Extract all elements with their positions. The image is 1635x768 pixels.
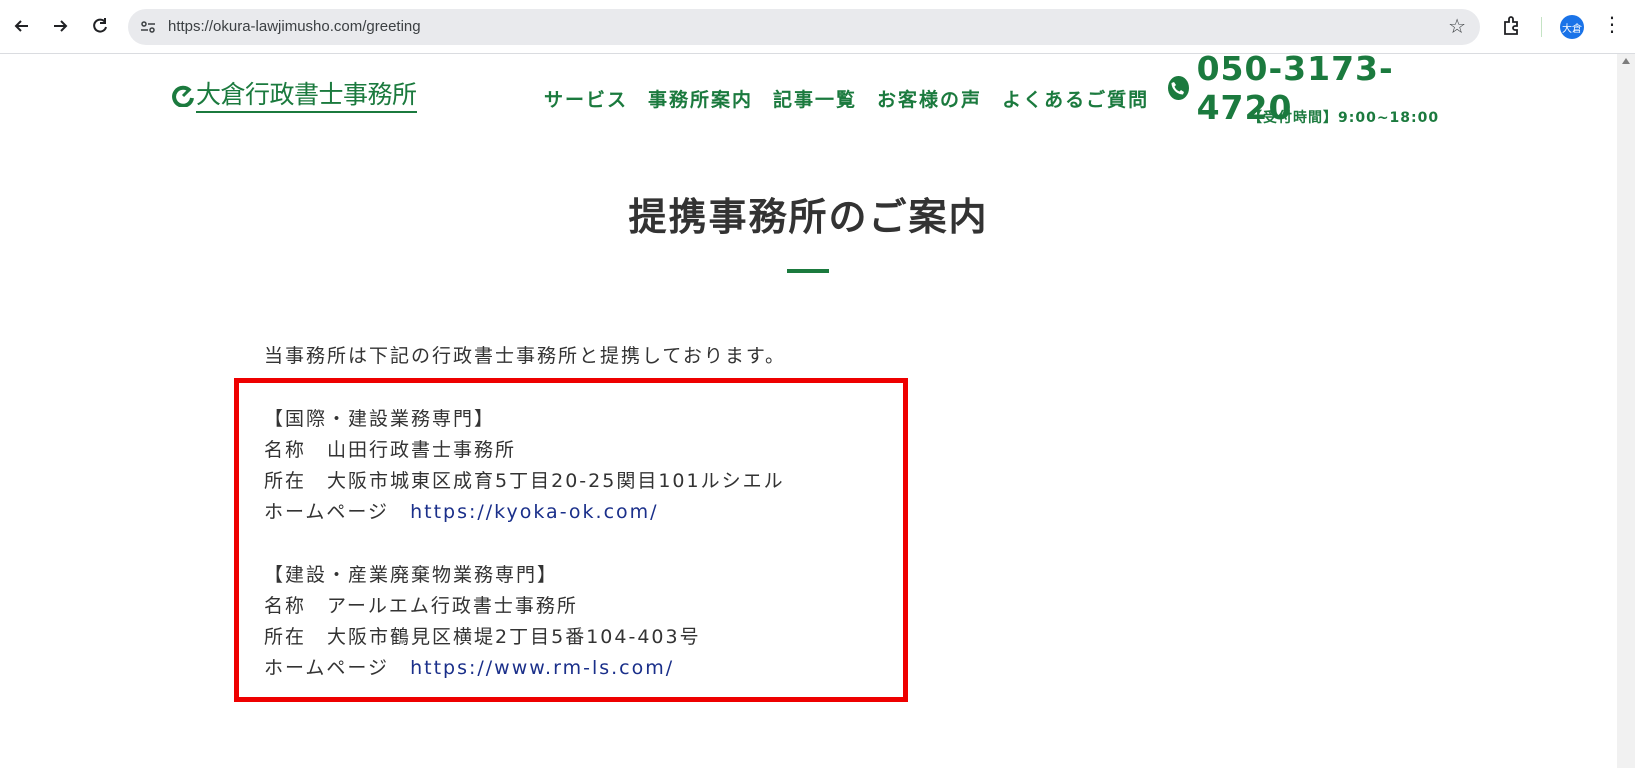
reload-icon[interactable]: [86, 12, 114, 40]
office-homepage-link[interactable]: https://www.rm-ls.com/: [410, 657, 674, 679]
office-homepage-row: ホームページ https://kyoka-ok.com/: [264, 497, 785, 528]
extensions-icon[interactable]: [1500, 14, 1524, 38]
address-label: 所在: [264, 470, 307, 492]
forward-icon[interactable]: [46, 12, 74, 40]
page-scrollbar[interactable]: [1617, 54, 1635, 768]
office-name-row: 名称 山田行政書士事務所: [264, 435, 785, 466]
address-label: 所在: [264, 626, 307, 648]
logo-text: 大倉行政書士事務所: [196, 80, 417, 113]
office-address: 大阪市城東区成育5丁目20-25関目101ルシエル: [327, 470, 785, 492]
profile-avatar[interactable]: 大倉: [1560, 15, 1584, 39]
office-homepage-link[interactable]: https://kyoka-ok.com/: [410, 501, 658, 523]
site-logo[interactable]: 大倉行政書士事務所: [172, 76, 427, 116]
logo-text-part1: 大倉: [196, 79, 246, 109]
homepage-label: ホームページ: [264, 501, 390, 523]
back-icon[interactable]: [8, 12, 36, 40]
office-address: 大阪市鶴見区横堤2丁目5番104-403号: [327, 626, 701, 648]
phone-contact[interactable]: 050-3173-4720: [1168, 49, 1448, 127]
nav-item-faq[interactable]: よくあるご質問: [1002, 85, 1149, 112]
name-label: 名称: [264, 595, 307, 617]
office-name: アールエム行政書士事務所: [327, 595, 578, 617]
bookmark-star-icon[interactable]: ☆: [1448, 14, 1466, 38]
partner-office-1: 【国際・建設業務専門】 名称 山田行政書士事務所 所在 大阪市城東区成育5丁目2…: [264, 404, 785, 528]
page-title: 提携事務所のご案内: [628, 195, 989, 239]
nav-item-office-info[interactable]: 事務所案内: [648, 85, 753, 112]
nav-item-service[interactable]: サービス: [544, 85, 628, 112]
name-label: 名称: [264, 439, 307, 461]
title-divider: [787, 269, 829, 273]
office-category: 【建設・産業廃棄物業務専門】: [264, 564, 559, 586]
site-nav: サービス 事務所案内 記事一覧 お客様の声 よくあるご質問: [544, 85, 1149, 112]
partner-office-2: 【建設・産業廃棄物業務専門】 名称 アールエム行政書士事務所 所在 大阪市鶴見区…: [264, 560, 701, 684]
toolbar-divider: [1541, 17, 1542, 37]
site-settings-icon[interactable]: [138, 17, 158, 37]
logo-mark-icon: [172, 85, 194, 107]
nav-item-testimonials[interactable]: お客様の声: [877, 85, 982, 112]
more-menu-icon[interactable]: ⋮: [1602, 12, 1622, 36]
address-bar[interactable]: https://okura-lawjimusho.com/greeting ☆: [128, 9, 1480, 45]
business-hours: 【受付時間】9:00~18:00: [1248, 110, 1440, 126]
homepage-label: ホームページ: [264, 657, 390, 679]
phone-icon: [1168, 76, 1189, 100]
office-name-row: 名称 アールエム行政書士事務所: [264, 591, 701, 622]
office-homepage-row: ホームページ https://www.rm-ls.com/: [264, 653, 701, 684]
office-name: 山田行政書士事務所: [327, 439, 517, 461]
scroll-up-arrow-icon[interactable]: [1622, 58, 1630, 64]
intro-text: 当事務所は下記の行政書士事務所と提携しております。: [264, 345, 786, 367]
nav-item-articles[interactable]: 記事一覧: [773, 85, 857, 112]
browser-toolbar: https://okura-lawjimusho.com/greeting ☆ …: [0, 0, 1635, 54]
logo-text-part2: 行政書士事務所: [245, 79, 417, 109]
office-address-row: 所在 大阪市城東区成育5丁目20-25関目101ルシエル: [264, 466, 785, 497]
url-text[interactable]: https://okura-lawjimusho.com/greeting: [168, 9, 421, 45]
office-category: 【国際・建設業務専門】: [264, 408, 496, 430]
office-address-row: 所在 大阪市鶴見区横堤2丁目5番104-403号: [264, 622, 701, 653]
